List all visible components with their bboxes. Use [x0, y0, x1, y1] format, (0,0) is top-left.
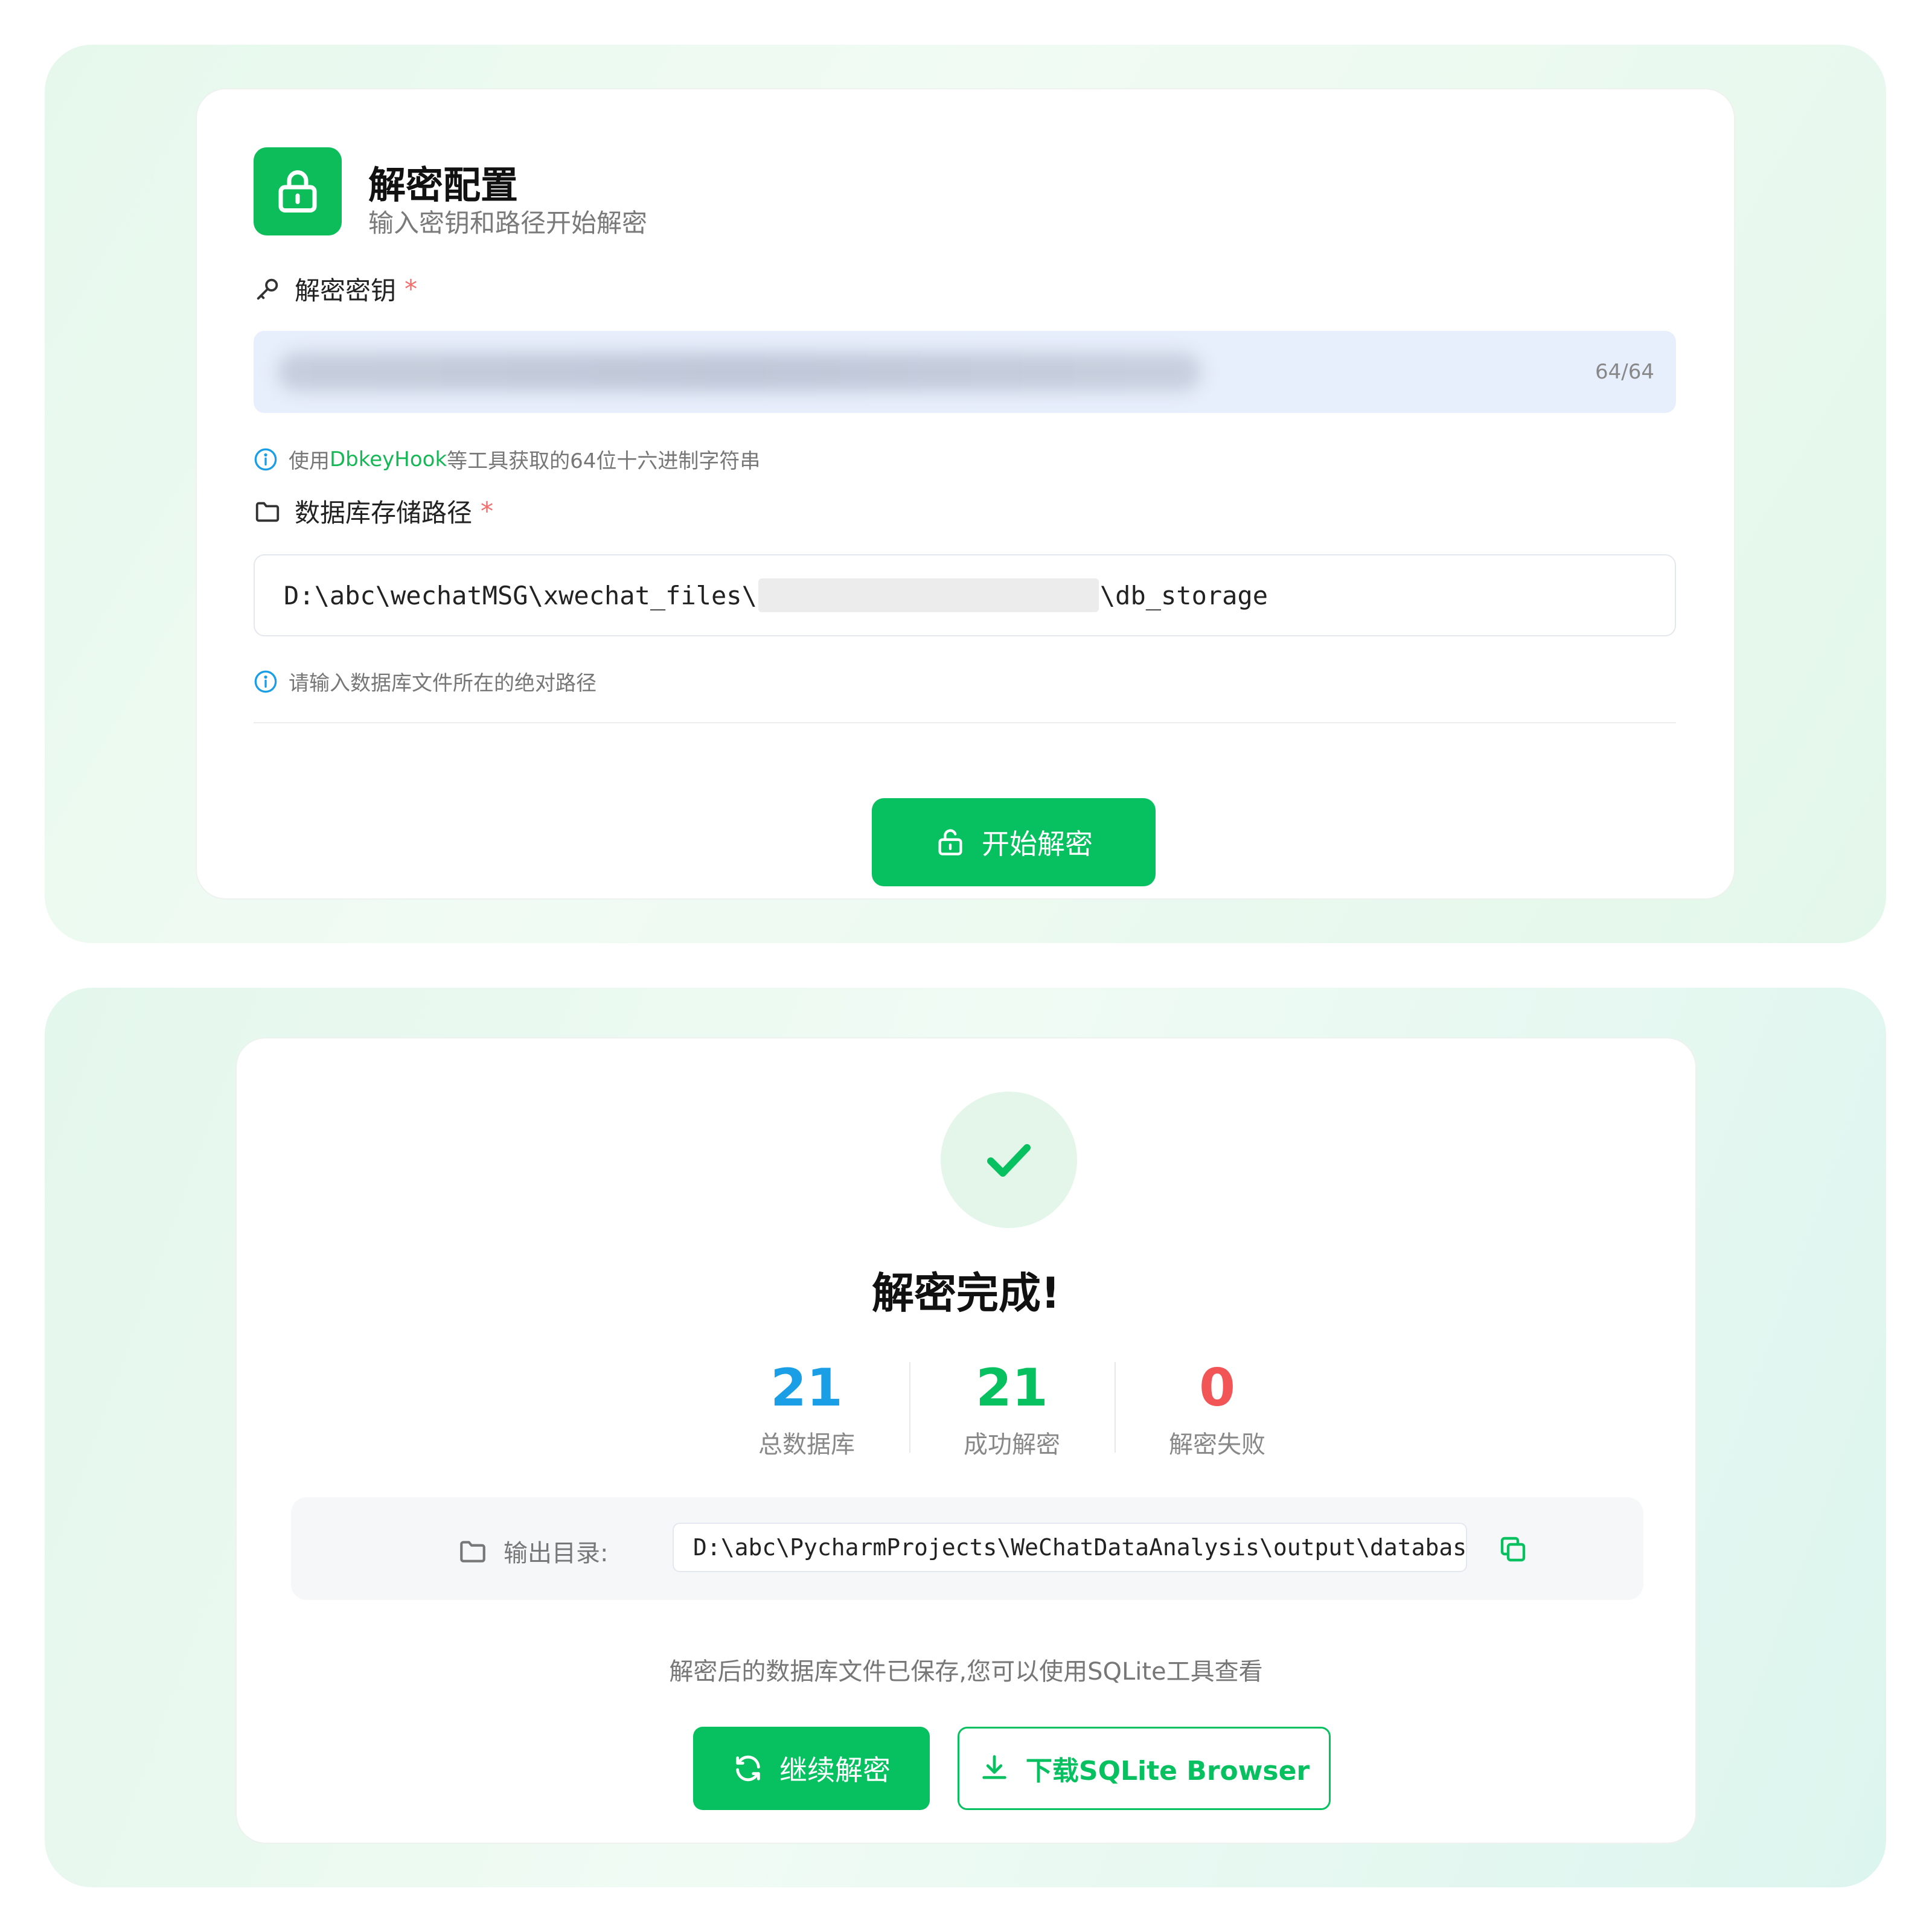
start-button-label: 开始解密: [982, 828, 1093, 860]
stat-success-label: 成功解密: [964, 1431, 1060, 1459]
output-dir-box: 输出目录: D:\abc\PycharmProjects\WeChatDataA…: [291, 1497, 1643, 1600]
folder-icon: [458, 1536, 488, 1566]
output-path-field[interactable]: D:\abc\PycharmProjects\WeChatDataAnalysi…: [673, 1523, 1467, 1572]
continue-decrypt-button[interactable]: 继续解密: [693, 1727, 930, 1810]
success-badge: [941, 1092, 1077, 1228]
key-hint: 使用 DbkeyHook 等工具获取的64位十六进制字符串: [254, 444, 760, 474]
check-icon: [987, 1144, 1031, 1177]
config-card: 解密配置 输入密钥和路径开始解密 解密密钥 * 64/64 使用 DbkeyHo…: [196, 88, 1735, 900]
result-title: 解密完成!: [872, 1268, 1060, 1318]
path-prefix: D:\abc\wechatMSG\xwechat_files\: [284, 580, 757, 610]
info-icon: [254, 670, 278, 694]
path-redacted-segment: [758, 578, 1099, 612]
divider: [254, 722, 1676, 723]
stat-divider: [1115, 1362, 1116, 1453]
copy-icon: [1500, 1537, 1526, 1562]
key-input[interactable]: 64/64: [254, 331, 1676, 413]
result-card: 解密完成! 21 总数据库 21 成功解密 0 解密失败 输出目录: D:\ab…: [235, 1037, 1697, 1844]
stat-failed-value: 0: [1199, 1358, 1235, 1418]
unlock-icon: [935, 827, 966, 858]
stat-divider: [909, 1362, 910, 1453]
key-label-text: 解密密钥: [295, 276, 397, 305]
key-field-label: 解密密钥 *: [254, 270, 417, 307]
refresh-icon: [732, 1753, 764, 1784]
download-button-label: 下载SQLite Browser: [1025, 1756, 1310, 1786]
stat-success-value: 21: [976, 1358, 1048, 1418]
output-dir-label: 输出目录:: [458, 1534, 608, 1569]
key-icon: [254, 275, 281, 303]
start-decrypt-button[interactable]: 开始解密: [872, 798, 1156, 886]
stat-total-value: 21: [770, 1358, 843, 1418]
output-dir-label-text: 输出目录:: [504, 1540, 609, 1567]
stat-failed: 0 解密失败: [1127, 1355, 1308, 1460]
config-panel: 解密配置 输入密钥和路径开始解密 解密密钥 * 64/64 使用 DbkeyHo…: [45, 45, 1886, 943]
download-icon: [979, 1753, 1010, 1784]
required-mark: *: [405, 274, 418, 304]
dbkeyhook-link[interactable]: DbkeyHook: [330, 447, 447, 472]
stat-success: 21 成功解密: [921, 1355, 1102, 1460]
path-hint: 请输入数据库文件所在的绝对路径: [254, 667, 597, 696]
stat-total-label: 总数据库: [758, 1431, 855, 1459]
folder-icon: [254, 497, 281, 525]
key-hint-prefix: 使用: [289, 449, 330, 473]
result-panel: 解密完成! 21 总数据库 21 成功解密 0 解密失败 输出目录: D:\ab…: [45, 988, 1886, 1887]
path-label-text: 数据库存储路径: [295, 498, 473, 528]
config-title: 解密配置: [368, 163, 519, 207]
lock-icon: [254, 147, 342, 235]
stat-failed-label: 解密失败: [1169, 1431, 1265, 1459]
db-path-input[interactable]: D:\abc\wechatMSG\xwechat_files\ \db_stora…: [254, 554, 1676, 636]
result-note: 解密后的数据库文件已保存,您可以使用SQLite工具查看: [669, 1658, 1263, 1686]
key-value-redacted: [278, 353, 1201, 391]
key-hint-suffix: 等工具获取的64位十六进制字符串: [447, 449, 761, 473]
key-char-count: 64/64: [1595, 360, 1654, 384]
stat-total: 21 总数据库: [716, 1355, 897, 1460]
copy-path-button[interactable]: [1497, 1534, 1529, 1565]
info-icon: [254, 447, 278, 472]
stats-row: 21 总数据库 21 成功解密 0 解密失败: [237, 1355, 1695, 1459]
path-suffix: \db_storage: [1099, 580, 1268, 610]
config-subtitle: 输入密钥和路径开始解密: [368, 208, 648, 238]
path-hint-text: 请输入数据库文件所在的绝对路径: [289, 671, 597, 696]
path-field-label: 数据库存储路径 *: [254, 493, 493, 529]
download-sqlite-browser-button[interactable]: 下载SQLite Browser: [958, 1727, 1331, 1810]
required-mark: *: [481, 496, 494, 526]
continue-button-label: 继续解密: [779, 1754, 891, 1786]
